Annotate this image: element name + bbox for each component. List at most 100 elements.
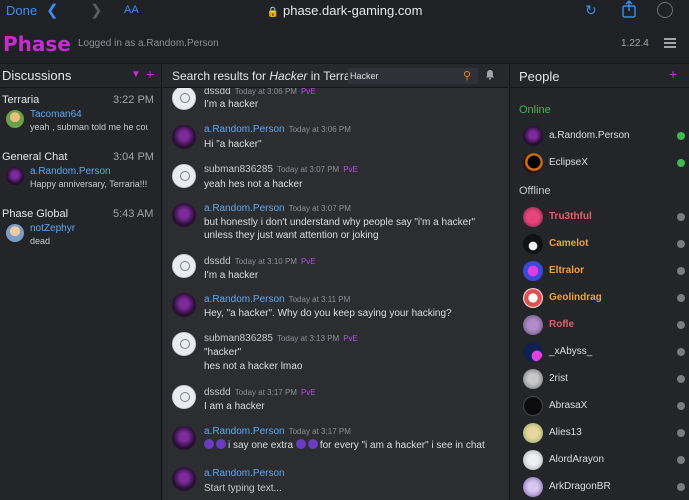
add-person-icon[interactable]: + [669,66,677,82]
message-text: yeah hes not a hacker [204,179,303,190]
message-author[interactable]: a.Random.Person Today at 3:07 PM [204,203,351,214]
people-title: People [519,69,560,84]
discussion-user: notZephyr [30,223,76,234]
message-author[interactable]: subman836285 Today at 3:13 PM PvE [204,333,358,344]
person-name: _xAbyss_ [549,346,593,357]
url-text: phase.dark-gaming.com [282,3,423,18]
online-section-label: Online [519,104,551,116]
person-name: AbrasaX [549,400,588,411]
avatar [523,369,543,389]
reload-icon[interactable]: ↻ [585,2,597,19]
person-item[interactable]: 2rist [510,369,689,391]
message-time: Today at 3:11 PM [288,295,351,304]
message-author[interactable]: a.Random.Person Today at 3:17 PM [204,426,351,437]
avatar [523,396,543,416]
discussions-title: Discussions [2,68,72,83]
author-name[interactable]: a.Random.Person [204,203,285,214]
offline-status-dot [677,294,685,302]
message-time: Today at 3:13 PM [276,334,340,343]
person-item[interactable]: Alies13 [510,423,689,445]
author-name[interactable]: dssdd [204,387,231,398]
author-name[interactable]: a.Random.Person [204,426,285,437]
avatar [172,332,196,356]
pve-badge: PvE [300,87,316,96]
share-icon[interactable] [621,0,637,18]
avatar [523,450,543,470]
avatar [523,342,543,362]
message-author[interactable]: subman836285 Today at 3:07 PM PvE [204,164,358,175]
message-text: I'm a hacker [204,99,259,110]
message-author[interactable]: dssdd Today at 3:17 PM PvE [204,387,316,398]
author-name[interactable]: a.Random.Person [204,294,285,305]
person-item[interactable]: EclipseX [510,153,689,175]
offline-status-dot [677,213,685,221]
pve-badge: PvE [300,388,316,397]
message-time: Today at 3:07 PM [288,204,351,213]
person-item[interactable]: Camelot [510,234,689,256]
avatar [523,315,543,335]
person-item[interactable]: Geolindrag [510,288,689,310]
person-item[interactable]: _xAbyss_ [510,342,689,364]
person-item[interactable]: Eltralor [510,261,689,283]
offline-status-dot [677,483,685,491]
person-name: Alies13 [549,427,582,438]
phase-logo[interactable]: Phase [3,32,71,56]
logged-in-status: Logged in as a.Random.Person [78,38,219,49]
search-results-panel: Search results for Hacker in Terraria ⚲ … [163,64,508,500]
person-name: 2rist [549,373,568,384]
pve-badge: PvE [343,165,358,174]
composer-author[interactable]: a.Random.Person [204,468,285,479]
person-name: Geolindrag [549,292,602,303]
person-item[interactable]: AlordArayon [510,450,689,472]
message-text: Hi "a hacker" [204,139,262,150]
avatar [172,125,196,149]
author-name[interactable]: subman836285 [204,333,273,344]
browser-toolbar: Done ❮ ❯ AA 🔒 phase.dark-gaming.com ↻ [0,0,689,22]
discussion-user: Tacoman64 [30,109,82,120]
message-input[interactable]: Start typing text... [204,482,504,495]
author-name[interactable]: dssdd [204,256,231,267]
add-discussion-icon[interactable]: + [146,66,154,82]
avatar [172,467,196,491]
message-author[interactable]: dssdd Today at 3:10 PM PvE [204,256,316,267]
person-name: Rofle [549,319,574,330]
avatar [523,153,543,173]
message-author[interactable]: a.Random.Person Today at 3:06 PM [204,124,351,135]
filter-icon[interactable]: ▼ [131,69,141,80]
message-text: I'm a hacker [204,270,259,281]
author-name[interactable]: a.Random.Person [204,124,285,135]
menu-icon[interactable] [664,38,676,48]
search-title-in: in [307,69,324,83]
offline-status-dot [677,456,685,464]
avatar [172,203,196,227]
person-name: Camelot [549,238,589,249]
person-name: Tru3thful [549,211,592,222]
author-name[interactable]: subman836285 [204,164,273,175]
offline-status-dot [677,240,685,248]
person-name: a.Random.Person [549,130,630,141]
bell-icon[interactable] [485,69,495,80]
message-time: Today at 3:07 PM [276,165,340,174]
discussion-time: 3:04 PM [113,151,154,163]
online-status-dot [677,132,685,140]
message-text: hes not a hacker lmao [204,361,303,372]
person-item[interactable]: AbrasaX [510,396,689,418]
search-input[interactable] [348,68,478,84]
discussion-item[interactable]: Phase Global 5:43 AM notZephyr dead [0,202,161,259]
person-item[interactable]: ArkDragonBR [510,477,689,499]
message-time: Today at 3:10 PM [234,257,297,266]
discussion-item[interactable]: Terraria 3:22 PM Tacoman64 yeah , subman… [0,88,161,145]
app-header: Phase Logged in as a.Random.Person 1.22.… [0,22,689,64]
person-item[interactable]: Tru3thful [510,207,689,229]
message-text: I am a hacker [204,401,265,412]
offline-status-dot [677,348,685,356]
person-item[interactable]: a.Random.Person [510,126,689,148]
person-item[interactable]: Rofle [510,315,689,337]
discussion-time: 3:22 PM [113,94,154,106]
compass-icon[interactable] [657,2,673,18]
online-status-dot [677,159,685,167]
discussion-item[interactable]: General Chat 3:04 PM a.Random.Person Hap… [0,145,161,202]
message-author[interactable]: a.Random.Person Today at 3:11 PM [204,294,350,305]
discussions-sidebar: Discussions ▼ + Terraria 3:22 PM Tacoman… [0,64,162,500]
search-icon[interactable]: ⚲ [463,69,471,82]
